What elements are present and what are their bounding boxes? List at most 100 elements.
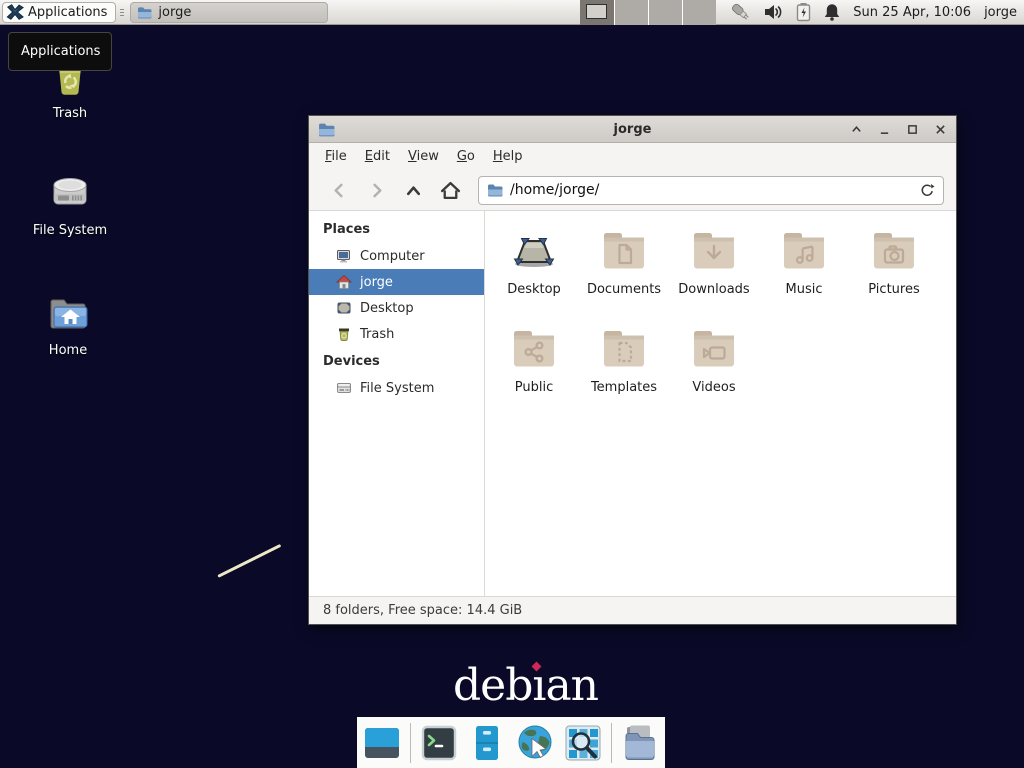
file-item-templates[interactable]: Templates [580, 326, 668, 424]
menu-help[interactable]: Help [484, 145, 532, 168]
folder-template-icon [600, 326, 648, 374]
top-panel: Applications jorge [0, 0, 1024, 25]
menu-view[interactable]: View [399, 145, 448, 168]
maximize-button[interactable] [905, 122, 919, 136]
workspace-switcher[interactable] [580, 0, 716, 25]
tooltip-text: Applications [21, 44, 100, 59]
web-browser-icon [515, 723, 555, 763]
file-label: Videos [692, 380, 735, 395]
desktop-icon-file-system[interactable]: File System [18, 169, 122, 238]
menu-go[interactable]: Go [448, 145, 484, 168]
workspace-4[interactable] [683, 0, 716, 25]
file-item-downloads[interactable]: Downloads [670, 228, 758, 326]
dock-item-terminal[interactable] [419, 723, 459, 763]
menubar: File Edit View Go Help [309, 143, 956, 170]
file-item-documents[interactable]: Documents [580, 228, 668, 326]
folder-document-icon [600, 228, 648, 276]
sidebar-item-label: Trash [360, 327, 394, 342]
sidebar-item-computer[interactable]: Computer [309, 243, 484, 269]
folder-icon [487, 183, 503, 197]
dock-separator [611, 723, 612, 763]
desktop-icon-label: File System [18, 223, 122, 238]
close-button[interactable] [933, 122, 947, 136]
dock-item-show-desktop[interactable] [362, 723, 402, 763]
sidebar-header-devices: Devices [309, 347, 484, 375]
sidebar-item-trash[interactable]: Trash [309, 321, 484, 347]
menu-file[interactable]: File [316, 145, 356, 168]
show-desktop-icon [362, 723, 402, 763]
file-cabinet-icon [467, 723, 507, 763]
debian-wordmark: debıan [453, 660, 598, 711]
peripheral-plug-icon[interactable] [730, 1, 753, 23]
titlebar[interactable]: jorge [309, 116, 956, 143]
home-button[interactable] [432, 175, 469, 205]
folder-icon [137, 6, 152, 19]
harddrive-icon [46, 169, 94, 217]
dock-item-web-browser[interactable] [515, 723, 555, 763]
up-button[interactable] [395, 175, 432, 205]
folder-music-icon [780, 228, 828, 276]
chevron-up-icon [404, 182, 423, 199]
applications-label: Applications [28, 5, 107, 20]
sidebar-item-label: Computer [360, 249, 425, 264]
home-icon [440, 181, 461, 200]
path-input[interactable] [510, 182, 913, 198]
wordmark-pre: deb [453, 660, 532, 711]
desktop-icon-label: Home [16, 343, 120, 358]
notifications-bell-icon[interactable] [823, 2, 841, 22]
file-item-videos[interactable]: Videos [670, 326, 758, 424]
folder-camera-icon [870, 228, 918, 276]
home-icon [336, 274, 352, 290]
menu-edit[interactable]: Edit [356, 145, 399, 168]
workspace-1[interactable] [580, 0, 614, 25]
directory-menu-icon [620, 723, 660, 763]
shade-button[interactable] [849, 122, 863, 136]
workspace-3[interactable] [649, 0, 683, 25]
dock-item-directory-menu[interactable] [620, 723, 660, 763]
applications-tooltip: Applications [8, 32, 112, 71]
sidebar-header-places: Places [309, 215, 484, 243]
system-tray [730, 1, 841, 23]
panel-user-label[interactable]: jorge [984, 5, 1017, 20]
file-label: Pictures [868, 282, 919, 297]
volume-icon[interactable] [764, 3, 784, 21]
dock [357, 717, 665, 768]
taskbar-button-jorge[interactable]: jorge [130, 2, 328, 23]
file-label: Templates [591, 380, 657, 395]
file-grid: Desktop Documents [485, 211, 956, 596]
sidebar-item-file-system[interactable]: File System [309, 375, 484, 401]
dock-item-file-manager[interactable] [467, 723, 507, 763]
back-button[interactable] [321, 175, 358, 205]
clock[interactable]: Sun 25 Apr, 10:06 [853, 5, 971, 20]
application-finder-icon [563, 723, 603, 763]
sidebar-item-desktop[interactable]: Desktop [309, 295, 484, 321]
file-label: Music [786, 282, 823, 297]
applications-button[interactable]: Applications [2, 2, 116, 23]
minimize-button[interactable] [877, 122, 891, 136]
statusbar: 8 folders, Free space: 14.4 GiB [309, 596, 956, 624]
desktop-icon-home[interactable]: Home [16, 289, 120, 358]
sidebar-item-jorge[interactable]: jorge [309, 269, 484, 295]
desktop-surface-icon [510, 228, 558, 276]
forward-button[interactable] [358, 175, 395, 205]
dock-item-app-finder[interactable] [563, 723, 603, 763]
reload-icon[interactable] [920, 183, 935, 198]
path-bar[interactable] [478, 176, 944, 205]
computer-icon [336, 248, 352, 264]
file-label: Downloads [678, 282, 749, 297]
file-item-desktop[interactable]: Desktop [490, 228, 578, 326]
workspace-2[interactable] [615, 0, 649, 25]
desktop: Applications jorge [0, 0, 1024, 768]
chevron-left-icon [331, 182, 348, 199]
dock-separator [410, 723, 411, 763]
wordmark-post: an [545, 660, 598, 711]
file-label: Public [515, 380, 553, 395]
battery-icon[interactable] [795, 2, 812, 22]
file-item-pictures[interactable]: Pictures [850, 228, 938, 326]
file-item-music[interactable]: Music [760, 228, 848, 326]
sidebar-item-label: File System [360, 381, 434, 396]
file-item-public[interactable]: Public [490, 326, 578, 424]
panel-handle[interactable] [118, 3, 126, 21]
toolbar [309, 170, 956, 211]
workspace-window-thumb [586, 4, 607, 19]
